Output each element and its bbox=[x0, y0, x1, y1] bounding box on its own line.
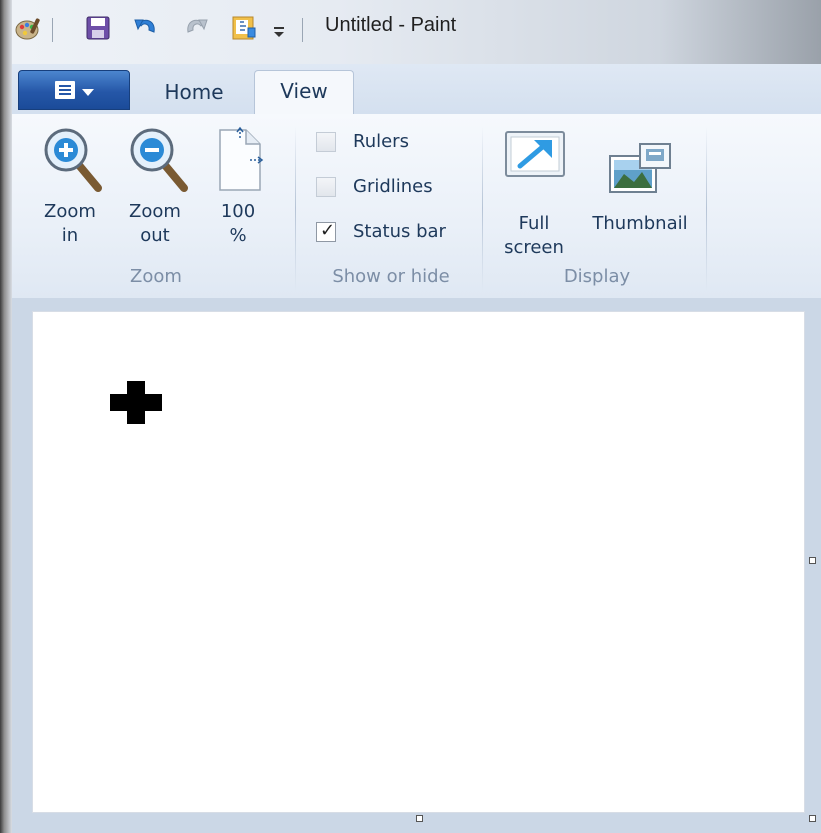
actual-size-button[interactable]: 100 % bbox=[202, 126, 274, 261]
zoom-in-button[interactable]: Zoom in bbox=[32, 126, 108, 261]
rulers-label: Rulers bbox=[353, 131, 409, 152]
paint-app-icon[interactable] bbox=[14, 14, 42, 42]
status-bar-label: Status bar bbox=[353, 221, 446, 242]
full-screen-icon bbox=[505, 131, 565, 177]
window-title: Untitled - Paint bbox=[325, 14, 457, 36]
crosshair-cursor-icon bbox=[110, 381, 162, 424]
zoom-out-button[interactable]: Zoom out bbox=[116, 126, 194, 261]
menu-icon bbox=[55, 81, 75, 99]
full-screen-label: Full screen bbox=[504, 213, 564, 258]
status-bar-check-box[interactable]: ✓ bbox=[316, 220, 336, 242]
resize-handle-corner[interactable] bbox=[809, 815, 816, 822]
zoom-group-label: Zoom bbox=[130, 266, 182, 287]
show-or-hide-group-label: Show or hide bbox=[332, 266, 450, 287]
gridlines-label: Gridlines bbox=[353, 176, 433, 197]
redo-icon[interactable] bbox=[182, 14, 210, 42]
title-separator bbox=[302, 18, 303, 42]
rulers-checkbox[interactable]: Rulers bbox=[316, 128, 486, 158]
actual-size-label: 100 % bbox=[220, 201, 256, 246]
tab-view[interactable]: View bbox=[254, 70, 354, 115]
properties-icon[interactable] bbox=[230, 14, 258, 42]
title-bar: Untitled - Paint bbox=[12, 0, 821, 64]
gridlines-check-box[interactable] bbox=[316, 177, 336, 197]
paint-menu-button[interactable] bbox=[18, 70, 130, 110]
rulers-check-box[interactable] bbox=[316, 132, 336, 152]
zoom-in-label: Zoom in bbox=[44, 201, 96, 246]
thumbnail-label: Thumbnail bbox=[592, 213, 688, 234]
thumbnail-icon bbox=[609, 143, 671, 193]
tab-home[interactable]: Home bbox=[140, 74, 248, 114]
ribbon-tab-strip: Home View bbox=[12, 64, 821, 115]
undo-icon[interactable] bbox=[132, 14, 160, 42]
customize-dropdown-icon[interactable] bbox=[270, 14, 288, 42]
group-divider bbox=[706, 126, 707, 291]
thumbnail-button[interactable]: Thumbnail bbox=[578, 126, 702, 261]
group-divider bbox=[482, 126, 483, 291]
save-icon[interactable] bbox=[84, 14, 112, 42]
group-divider bbox=[295, 126, 296, 291]
zoom-out-label: Zoom out bbox=[129, 201, 181, 246]
background-window-edge bbox=[0, 0, 12, 833]
resize-handle-right[interactable] bbox=[809, 557, 816, 564]
full-screen-button[interactable]: Full screen bbox=[494, 126, 574, 261]
display-group-label: Display bbox=[563, 266, 631, 287]
zoom-in-icon bbox=[44, 128, 102, 192]
zoom-out-icon bbox=[130, 128, 188, 192]
resize-handle-bottom[interactable] bbox=[416, 815, 423, 822]
page-icon bbox=[219, 126, 264, 191]
status-bar-checkbox[interactable]: ✓ Status bar bbox=[316, 218, 486, 248]
qat-separator bbox=[52, 18, 53, 42]
checkmark-icon: ✓ bbox=[320, 220, 336, 241]
gridlines-checkbox[interactable]: Gridlines bbox=[316, 173, 486, 203]
ribbon-panel: Zoom in Zoom out 100 % Zoom Rulers Gridl… bbox=[12, 114, 821, 299]
chevron-down-icon bbox=[82, 89, 94, 96]
workspace bbox=[12, 298, 821, 833]
